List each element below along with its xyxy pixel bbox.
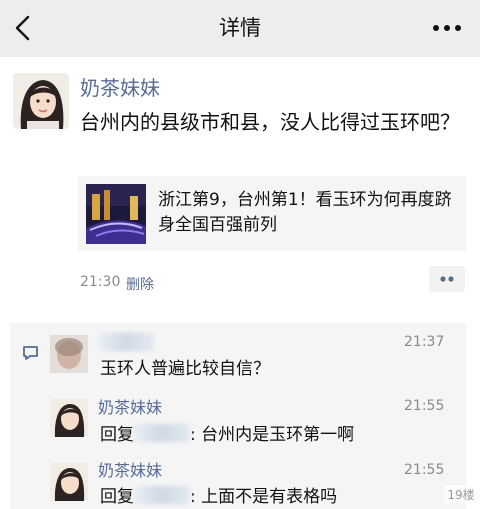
comment-bubble-icon [23,346,38,360]
action-dots-icon [440,276,454,282]
post-time: 21:30 [80,274,121,290]
nav-bar: 详情 [0,0,480,57]
post-text: 台州内的县级市和县，没人比得过玉环吧？ [80,110,460,134]
shared-link-card[interactable]: 浙江第9，台州第1！看玉环为何再度跻身全国百强前列 [78,176,466,251]
reply-body: : 上面不是有表格吗 [190,487,338,507]
comment-text: 回复 : 台州内是玉环第一啊 [100,423,354,447]
commenter-avatar[interactable] [50,335,88,373]
comment-author[interactable]: 奶茶妹妹 [98,397,162,419]
comment-text: 玉环人普遍比较自信？ [100,359,270,379]
link-title: 浙江第9，台州第1！看玉环为何再度跻身全国百强前列 [158,190,452,235]
link-thumbnail [86,184,146,244]
reply-prefix: 回复 [100,425,134,445]
comment-time: 21:37 [404,334,445,350]
watermark-logo: 19楼 [444,485,478,503]
more-dots-icon[interactable] [432,18,462,38]
comment-author-blurred[interactable] [98,333,154,355]
commenter-avatar[interactable] [50,463,88,501]
svg-text:19楼: 19楼 [447,487,474,502]
commenter-avatar[interactable] [50,399,88,437]
comment-time: 21:55 [404,398,445,414]
reply-target-blurred [134,486,190,504]
reply-target-blurred [134,424,190,442]
page-title: 详情 [219,16,261,40]
reply-prefix: 回复 [100,487,134,507]
comment-section: 21:37 玉环人普遍比较自信？ 奶茶妹妹 21:55 回复 : 台州内是玉环第一… [10,323,466,509]
delete-link[interactable]: 删除 [126,274,154,294]
comment-author[interactable]: 奶茶妹妹 [98,460,162,482]
author-avatar[interactable] [13,73,69,129]
action-menu-button[interactable] [429,266,465,292]
comment-text: 回复 : 上面不是有表格吗 [100,485,337,509]
reply-body: : 台州内是玉环第一啊 [190,425,355,445]
comment-time: 21:55 [404,462,445,478]
post-author-name[interactable]: 奶茶妹妹 [80,74,160,102]
